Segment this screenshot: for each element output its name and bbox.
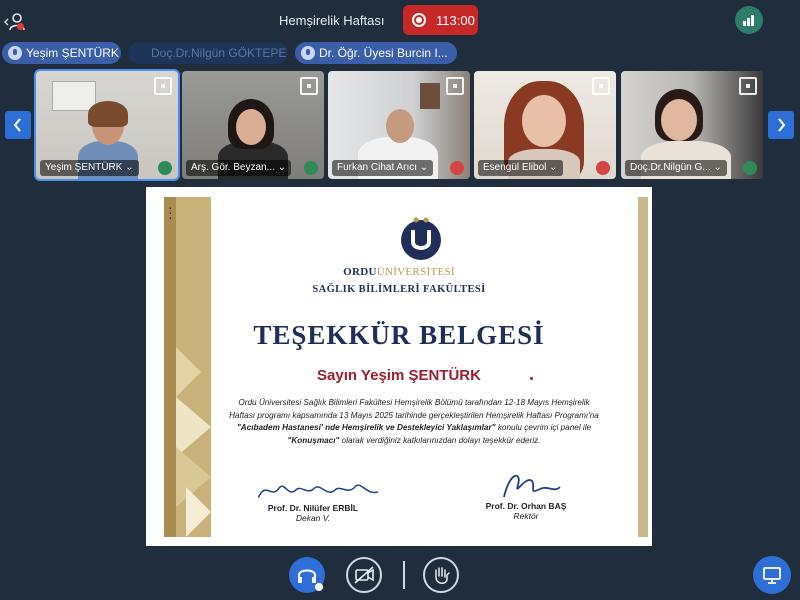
- raise-hand-button[interactable]: [423, 557, 459, 593]
- signal-bar: [747, 18, 750, 26]
- microphone-on-icon: [158, 161, 172, 175]
- microphone-icon: [301, 46, 315, 60]
- right-signature: [503, 474, 561, 498]
- chevron-right-icon: [778, 118, 786, 132]
- participant-name-label: Doç.Dr.Nilgün G... ⌄: [625, 160, 727, 176]
- panel-topic: "Acıbadem Hastanesi' nde Hemşirelik ve D…: [236, 423, 496, 433]
- body-text-part: konulu çevrim içi panel ile: [495, 423, 592, 433]
- next-participants-button[interactable]: [768, 111, 794, 139]
- meeting-title: Hemşirelik Haftası: [279, 13, 385, 28]
- microphone-off-icon: [450, 161, 464, 175]
- university-main: ORDU: [343, 266, 377, 278]
- microphone-on-icon: [304, 161, 318, 175]
- presenter-pill[interactable]: Doç.Dr.Nilgün GÖKTEPE: [128, 42, 288, 64]
- camera-button[interactable]: [346, 557, 382, 593]
- signal-bar: [751, 15, 754, 26]
- left-signatory: Prof. Dr. Nilüfer ERBİL Dekan V.: [258, 503, 368, 523]
- microphone-off-icon: [596, 161, 610, 175]
- certificate-recipient: Sayın Yeşim ŞENTÜRK: [317, 367, 481, 384]
- camera-off-icon: [354, 566, 374, 584]
- participant-video-tile[interactable]: Doç.Dr.Nilgün G... ⌄: [621, 71, 763, 179]
- expand-icon[interactable]: [300, 77, 318, 95]
- participant-video-tile[interactable]: Furkan Cihat Arıcı ⌄: [328, 71, 470, 179]
- connection-status-button[interactable]: [735, 6, 763, 34]
- presenter-pill[interactable]: Yeşim ŞENTÜRK: [2, 42, 121, 64]
- signatory-title: Rektör: [513, 511, 539, 521]
- whiteboard: [52, 81, 96, 111]
- audio-button[interactable]: [289, 557, 325, 593]
- signatory-title: Dekan V.: [295, 513, 331, 523]
- more-options-icon[interactable]: · · ·: [168, 200, 173, 224]
- person-hair: [88, 101, 128, 127]
- shared-document: · · · ORDUÜNİVERSİTESİ SAĞLIK BİLİMLERİ FA…: [146, 187, 652, 546]
- screen-share-icon: [763, 567, 781, 584]
- wall-frame: [420, 83, 440, 109]
- presenter-name: Yeşim ŞENTÜRK: [26, 46, 119, 60]
- expand-icon[interactable]: [739, 77, 757, 95]
- university-name: ORDUÜNİVERSİTESİ: [146, 266, 652, 278]
- participant-name: Esengül Elibol: [483, 162, 547, 173]
- university-suffix: ÜNİVERSİTESİ: [376, 266, 455, 278]
- microphone-icon: [8, 46, 22, 60]
- signal-bars-icon: [743, 21, 746, 26]
- recording-timer: 113:00: [436, 13, 475, 28]
- hand-icon: [435, 567, 450, 584]
- participant-name-label: Yeşim ŞENTÜRK ⌄: [40, 160, 139, 176]
- expand-icon[interactable]: [446, 77, 464, 95]
- notification-dot: [17, 23, 24, 30]
- participant-video-tile[interactable]: Yeşim ŞENTÜRK ⌄: [34, 69, 180, 181]
- microphone-on-icon: [743, 161, 757, 175]
- left-signature: [257, 484, 379, 498]
- body-text-part: Ordu Üniversitesi Sağlık Bilimleri Fakül…: [229, 398, 599, 420]
- participant-name: Doç.Dr.Nilgün G...: [630, 162, 711, 173]
- headphones-icon: [298, 569, 323, 591]
- participant-name-label: Arş. Gör. Beyzan... ⌄: [186, 160, 292, 176]
- participant-name: Furkan Cihat Arıcı: [337, 162, 418, 173]
- speaker-role: "Konuşmacı": [287, 435, 340, 445]
- faculty-name: SAĞLIK BİLİMLERİ FAKÜLTESİ: [312, 284, 486, 295]
- record-icon: [412, 13, 426, 27]
- expand-icon[interactable]: [592, 77, 610, 95]
- presenter-name: Doç.Dr.Nilgün GÖKTEPE: [151, 46, 287, 60]
- participant-name: Yeşim ŞENTÜRK: [45, 162, 123, 173]
- toolbar-divider: [403, 561, 405, 589]
- person-head: [386, 109, 414, 143]
- presenter-name: Dr. Öğr. Üyesi Burcin I...: [319, 46, 448, 60]
- right-signatory: Prof. Dr. Orhan BAŞ Rektör: [476, 501, 576, 521]
- chevron-left-icon: [13, 118, 21, 132]
- certificate-title: TEŞEKKÜR BELGESİ: [253, 320, 545, 350]
- presenter-pill[interactable]: Dr. Öğr. Üyesi Burcin I...: [295, 42, 457, 64]
- expand-icon[interactable]: [154, 77, 172, 95]
- previous-participants-button[interactable]: [5, 111, 31, 139]
- participants-icon[interactable]: [4, 10, 28, 34]
- recording-button[interactable]: 113:00: [403, 5, 478, 35]
- body-text-part: olarak verdiğiniz katkılarınızdan dolayı…: [339, 435, 541, 445]
- presentation-button[interactable]: [753, 556, 791, 594]
- participant-name: Arş. Gör. Beyzan...: [191, 162, 275, 173]
- person-head: [522, 95, 566, 147]
- top-bar: Hemşirelik Haftası 113:00: [0, 0, 800, 42]
- participant-name-label: Furkan Cihat Arıcı ⌄: [332, 160, 434, 176]
- person-face: [236, 109, 266, 145]
- participant-name-label: Esengül Elibol ⌄: [478, 160, 563, 176]
- participant-video-tile[interactable]: Esengül Elibol ⌄: [474, 71, 616, 179]
- participant-video-tile[interactable]: Arş. Gör. Beyzan... ⌄: [182, 71, 324, 179]
- signatory-name: Prof. Dr. Nilüfer ERBİL: [267, 503, 359, 513]
- university-logo: [401, 217, 441, 260]
- red-dot: [530, 377, 533, 380]
- person-head: [661, 99, 697, 141]
- certificate-body: Ordu Üniversitesi Sağlık Bilimleri Fakül…: [226, 397, 602, 447]
- signatory-name: Prof. Dr. Orhan BAŞ: [485, 501, 567, 511]
